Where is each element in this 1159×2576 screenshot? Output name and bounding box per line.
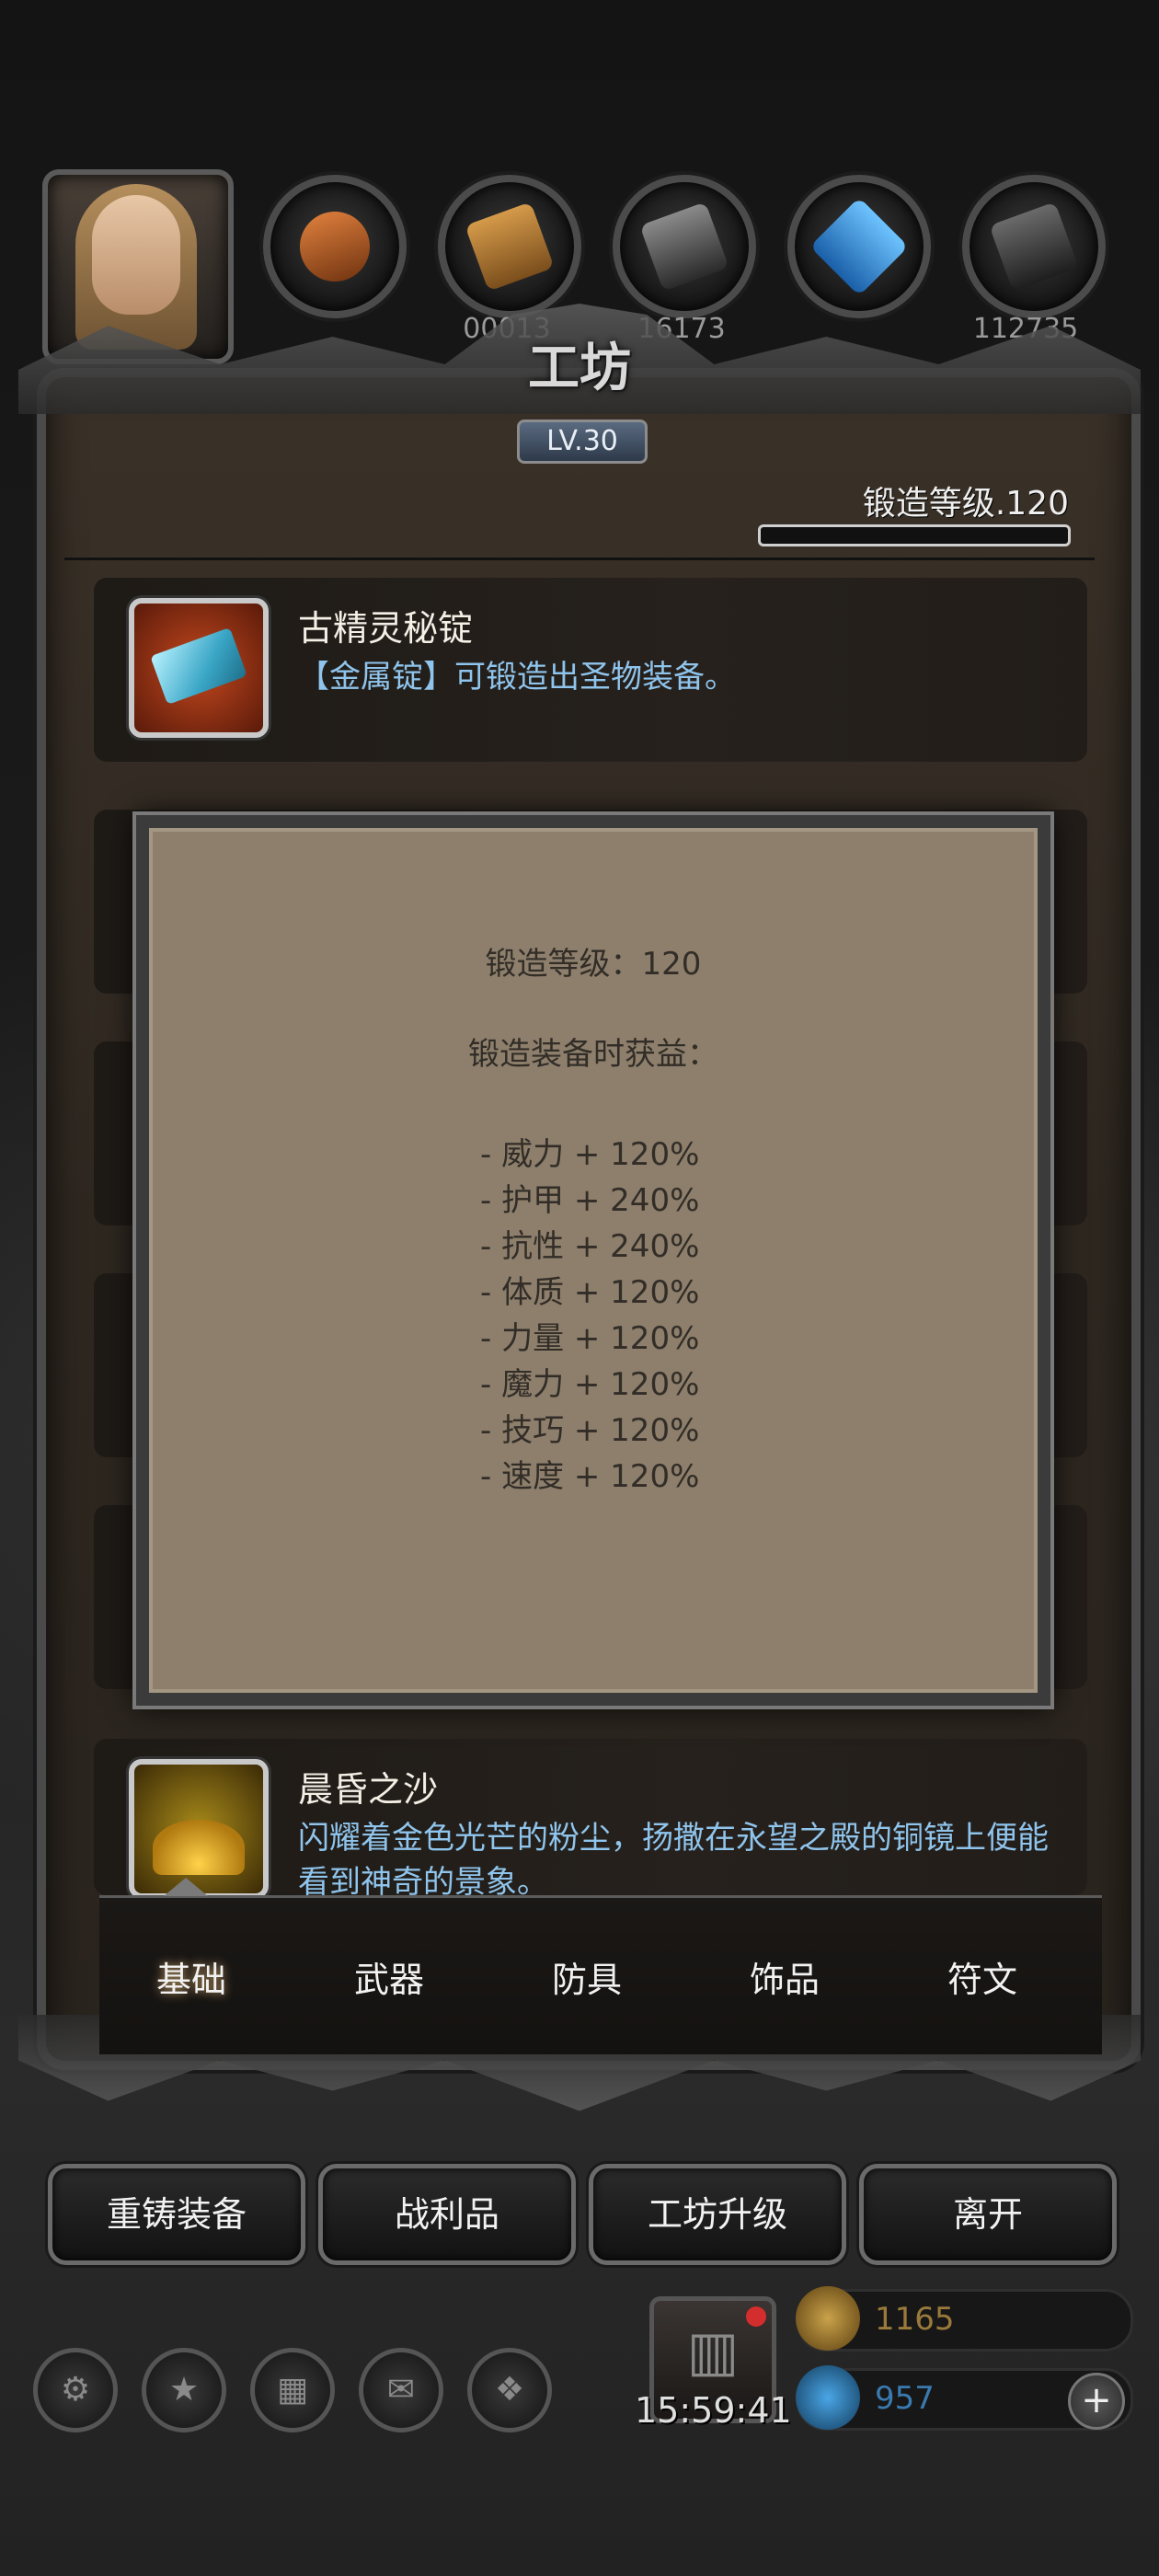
- list-item[interactable]: 古精灵秘锭 【金属锭】可锻造出圣物装备。: [94, 578, 1087, 762]
- forge-level-tooltip: 锻造等级：120 锻造装备时获益： - 威力 + 120% - 护甲 + 240…: [136, 815, 1050, 1706]
- item-icon-frame: [129, 598, 269, 738]
- item-description: 闪耀着金色光芒的粉尘，扬撒在永望之殿的铜镜上便能看到神奇的景象。: [298, 1820, 1049, 1895]
- item-icon-frame: [129, 1759, 269, 1895]
- tab-basic[interactable]: 基础: [99, 1951, 283, 2002]
- bonus-line: - 技巧 + 120%: [480, 1412, 700, 1449]
- bonus-line: - 护甲 + 240%: [480, 1182, 700, 1219]
- star-icon[interactable]: ★: [142, 2348, 226, 2432]
- forge-exp-bar: [758, 524, 1071, 546]
- gem-icon: [796, 2365, 860, 2430]
- iron-ingot-gem: [639, 201, 729, 292]
- bonus-line: - 体质 + 120%: [480, 1274, 700, 1311]
- forge-level-label: 锻造等级.120: [862, 485, 1069, 523]
- crystal-icon[interactable]: [787, 175, 931, 318]
- upgrade-workshop-button[interactable]: 工坊升级: [589, 2164, 846, 2265]
- iron-ingot-icon[interactable]: [613, 175, 756, 318]
- category-tabs: 基础 武器 防具 饰品 符文: [99, 1878, 1102, 2054]
- ingot-icon: [150, 627, 247, 706]
- tab-weapons[interactable]: 武器: [297, 1951, 481, 2002]
- wood-plank-gem: [465, 201, 555, 292]
- tab-armor[interactable]: 防具: [495, 1951, 679, 2002]
- steel-ingot-gem: [989, 201, 1079, 292]
- wood-plank-icon[interactable]: [438, 175, 581, 318]
- gate-icon[interactable]: ▦: [250, 2348, 335, 2432]
- gift-timer: 15:59:41: [635, 2390, 792, 2431]
- notification-dot: [746, 2306, 766, 2327]
- leave-button[interactable]: 离开: [859, 2164, 1117, 2265]
- tab-accessories[interactable]: 饰品: [693, 1951, 877, 2002]
- portrait-face: [92, 195, 180, 315]
- bonus-line: - 抗性 + 240%: [480, 1228, 700, 1265]
- loot-button[interactable]: 战利品: [318, 2164, 576, 2265]
- gem-value: 957: [875, 2380, 935, 2417]
- item-name: 晨昏之沙: [298, 1769, 439, 1810]
- gem-counter: 957 +: [796, 2365, 1133, 2431]
- steel-ingot-icon[interactable]: [962, 175, 1106, 318]
- bonus-line: - 魔力 + 120%: [480, 1366, 700, 1403]
- gold-value: 1165: [875, 2301, 955, 2338]
- tooltip-forge-level: 锻造等级：120: [485, 946, 702, 983]
- tab-runes[interactable]: 符文: [890, 1951, 1074, 2002]
- header-divider: [64, 558, 1095, 560]
- bonus-line: - 力量 + 120%: [480, 1320, 700, 1357]
- item-description: 【金属锭】可锻造出圣物装备。: [298, 659, 736, 696]
- crystal-gem: [809, 197, 909, 296]
- item-name: 古精灵秘锭: [298, 608, 474, 649]
- reforge-button[interactable]: 重铸装备: [48, 2164, 305, 2265]
- copper-ore-gem: [290, 201, 380, 292]
- add-gems-button[interactable]: +: [1068, 2373, 1125, 2430]
- chevron-up-icon: [164, 1878, 208, 1896]
- page-title: 工坊: [528, 338, 631, 398]
- tooltip-bonus-list: - 威力 + 120% - 护甲 + 240% - 抗性 + 240% - 体质…: [480, 1132, 699, 1500]
- scroll-icon[interactable]: ❖: [467, 2348, 552, 2432]
- mail-icon[interactable]: ✉: [359, 2348, 443, 2432]
- bonus-line: - 速度 + 120%: [480, 1458, 700, 1495]
- bonus-line: - 威力 + 120%: [480, 1136, 700, 1173]
- gold-counter: 1165: [796, 2286, 1133, 2352]
- tooltip-bonus-title: 锻造装备时获益：: [468, 1036, 718, 1073]
- list-item[interactable]: 晨昏之沙 闪耀着金色光芒的粉尘，扬撒在永望之殿的铜镜上便能看到神奇的景象。: [94, 1739, 1087, 1895]
- level-badge: LV.30: [517, 420, 648, 464]
- copper-ore-icon[interactable]: [263, 175, 407, 318]
- gold-coin-icon: [796, 2286, 860, 2351]
- gear-icon[interactable]: ⚙: [33, 2348, 118, 2432]
- sand-icon: [153, 1820, 245, 1875]
- gift-icon: ▥: [686, 2319, 740, 2384]
